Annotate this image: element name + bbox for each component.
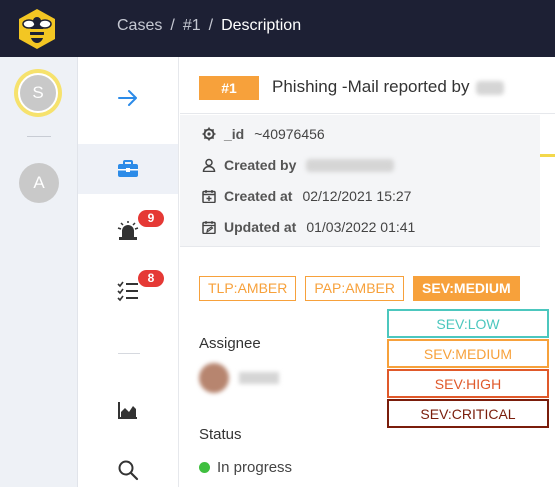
main-nav: 9 8 <box>78 57 179 487</box>
tlp-tag[interactable]: TLP:AMBER <box>199 276 297 301</box>
breadcrumb: Cases / #1 / Description <box>117 17 301 35</box>
chart-icon <box>118 402 137 419</box>
assignee-field[interactable] <box>199 363 279 393</box>
assignee-label: Assignee <box>199 335 261 352</box>
breadcrumb-case-number[interactable]: #1 <box>183 17 201 34</box>
status-label: Status <box>199 426 242 443</box>
breadcrumb-description: Description <box>221 17 302 34</box>
case-header: #1 Phishing -Mail reported by <box>180 57 555 114</box>
severity-tag[interactable]: SEV:MEDIUM <box>413 276 520 301</box>
pap-tag[interactable]: PAP:AMBER <box>305 276 405 301</box>
alerts-count-badge: 9 <box>138 210 164 227</box>
org-avatar[interactable]: A <box>19 163 59 203</box>
bee-logo-icon[interactable] <box>15 7 59 51</box>
case-title-text: Phishing -Mail reported by <box>272 77 470 96</box>
meta-id-value: ~40976456 <box>254 126 325 142</box>
calendar-plus-icon <box>202 190 216 203</box>
gear-icon <box>202 127 216 141</box>
nav-tasks[interactable]: 8 <box>78 266 178 316</box>
top-bar: Cases / #1 / Description <box>0 0 555 57</box>
severity-option-critical[interactable]: SEV:CRITICAL <box>387 399 549 428</box>
meta-updated-at-label: Updated at <box>224 219 297 235</box>
redacted-reporter <box>476 80 505 95</box>
status-field[interactable]: In progress <box>199 459 292 476</box>
meta-updated-at: Updated at 01/03/2022 01:41 <box>202 217 415 237</box>
severity-option-medium[interactable]: SEV:MEDIUM <box>387 339 549 368</box>
assignee-avatar <box>199 363 229 393</box>
meta-id: _id ~40976456 <box>202 124 325 144</box>
rail-divider <box>27 136 51 137</box>
meta-created-at: Created at 02/12/2021 15:27 <box>202 186 411 206</box>
meta-created-by-label: Created by <box>224 157 297 173</box>
severity-option-high[interactable]: SEV:HIGH <box>387 369 549 398</box>
nav-divider <box>118 353 140 354</box>
nav-search[interactable] <box>78 445 178 487</box>
tasks-count-badge: 8 <box>138 270 164 287</box>
case-number-badge: #1 <box>199 76 259 100</box>
severity-option-low[interactable]: SEV:LOW <box>387 309 549 338</box>
arrow-right-icon <box>118 90 137 106</box>
nav-cases[interactable] <box>78 144 178 194</box>
case-metadata: _id ~40976456 Created by Created at 02/1… <box>180 115 540 247</box>
breadcrumb-cases[interactable]: Cases <box>117 17 162 34</box>
user-avatar[interactable]: S <box>14 69 62 117</box>
calendar-edit-icon <box>202 221 216 234</box>
meta-updated-at-value: 01/03/2022 01:41 <box>306 219 416 235</box>
redacted-assignee-name <box>239 372 279 384</box>
case-title: Phishing -Mail reported by <box>272 77 505 97</box>
briefcase-icon <box>118 160 138 177</box>
user-icon <box>202 158 216 172</box>
breadcrumb-separator: / <box>170 17 175 34</box>
meta-id-label: _id <box>224 126 245 142</box>
meta-created-by: Created by <box>202 155 395 175</box>
org-rail: S A <box>0 57 78 487</box>
accent-line <box>540 154 555 157</box>
case-tags: TLP:AMBER PAP:AMBER SEV:MEDIUM <box>199 276 520 301</box>
search-icon <box>118 460 139 481</box>
user-avatar-initial: S <box>18 73 58 113</box>
meta-created-at-label: Created at <box>224 188 293 204</box>
nav-alerts[interactable]: 9 <box>78 206 178 256</box>
checklist-icon <box>117 281 138 302</box>
breadcrumb-separator: / <box>208 17 214 34</box>
status-value: In progress <box>217 459 293 476</box>
nav-expand[interactable] <box>78 73 178 123</box>
redacted-creator <box>306 158 395 172</box>
status-dot <box>199 462 210 473</box>
meta-created-at-value: 02/12/2021 15:27 <box>302 188 412 204</box>
siren-icon <box>117 221 139 240</box>
nav-dashboards[interactable] <box>78 385 178 435</box>
